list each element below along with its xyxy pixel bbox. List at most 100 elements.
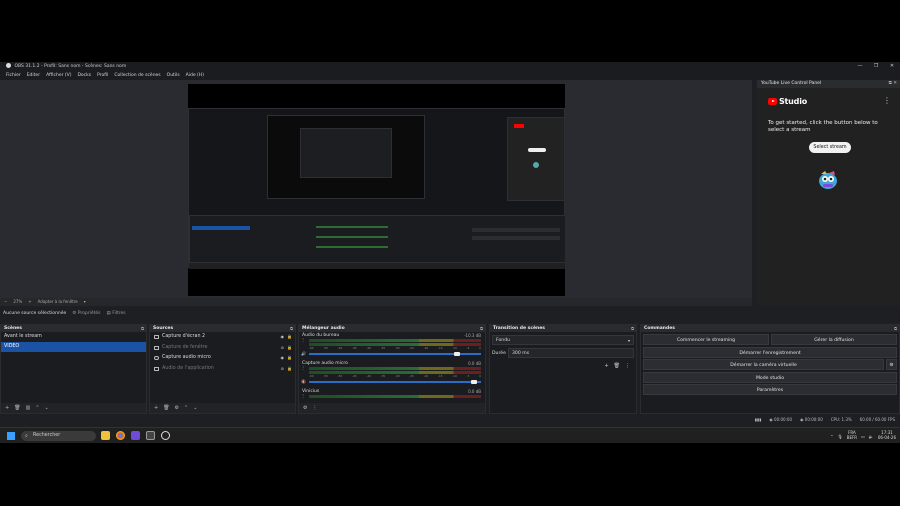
- menu-aide[interactable]: Aide (H): [183, 71, 207, 80]
- source-item[interactable]: Audio de l'application ⊘ 🔒: [150, 364, 295, 375]
- menu-profil[interactable]: Profil: [94, 71, 111, 80]
- title-bar: OBS 31.1.2 - Profil: Sans nom - Scènes: …: [0, 62, 900, 71]
- source-settings-button[interactable]: ⚙: [175, 405, 179, 411]
- zoom-mode-select[interactable]: Adapter à la fenêtre: [38, 298, 78, 306]
- remove-source-button[interactable]: 🗑: [163, 405, 169, 411]
- channel-menu-icon[interactable]: ⋮: [301, 393, 305, 398]
- dock-undock-icon[interactable]: ⧉: [894, 325, 897, 332]
- transition-menu-icon[interactable]: ⋮: [625, 363, 630, 369]
- channel-db: 0.0 dB: [468, 389, 481, 394]
- sources-dock: Sources ⧉ Capture d'écran 2 ◉ 🔒 Capture de …: [149, 324, 296, 414]
- remove-transition-button[interactable]: 🗑: [614, 363, 620, 369]
- minimize-button[interactable]: —: [852, 62, 868, 71]
- mixer-channel-mic: Capture audio micro 0.0 dB -60 -55 -50 -45-…: [299, 360, 485, 388]
- chevron-up-icon[interactable]: ⌃: [830, 434, 833, 439]
- chrome-icon[interactable]: [116, 431, 125, 440]
- source-item[interactable]: Capture de fenêtre ⊘ 🔒: [150, 343, 295, 354]
- virtual-camera-settings-gear-icon[interactable]: ⚙: [886, 359, 897, 370]
- source-item[interactable]: Capture audio micro ◉ 🔒: [150, 353, 295, 364]
- muted-speaker-icon[interactable]: 🔇: [301, 379, 306, 384]
- add-transition-button[interactable]: +: [604, 363, 608, 369]
- visibility-eye-icon[interactable]: ⊘: [281, 364, 284, 375]
- channel-db: -10.3 dB: [464, 333, 481, 338]
- start-streaming-button[interactable]: Commencer le streaming: [643, 334, 769, 345]
- yt-panel-controls[interactable]: ⧉ ✕: [889, 80, 897, 88]
- studio-mode-button[interactable]: Mode studio: [643, 371, 897, 383]
- duration-row: Durée 300 ms: [492, 348, 634, 358]
- volume-icon[interactable]: 🔈: [869, 434, 874, 439]
- mixer-channel-desktop: Audio du bureau -10.3 dB -60 -55 -50 -45 -40…: [299, 332, 485, 360]
- microphone-icon[interactable]: 🎙: [838, 434, 843, 439]
- language-indicator[interactable]: FRA BEFR: [847, 431, 857, 440]
- volume-slider[interactable]: [309, 381, 481, 383]
- visibility-eye-icon[interactable]: ◉: [281, 332, 285, 343]
- visibility-eye-icon[interactable]: ⊘: [281, 343, 284, 354]
- lock-icon[interactable]: 🔒: [287, 364, 292, 375]
- mixer-menu-icon[interactable]: ⋮: [312, 405, 317, 411]
- kebab-menu-icon[interactable]: ⋮: [883, 96, 891, 105]
- menu-fichier[interactable]: Fichier: [3, 71, 24, 80]
- start-virtual-camera-button[interactable]: Démarrer la caméra virtuelle: [643, 359, 884, 370]
- channel-menu-icon[interactable]: ⋮: [301, 337, 305, 342]
- add-scene-button[interactable]: +: [5, 405, 9, 411]
- move-up-button[interactable]: ⌃: [184, 405, 188, 411]
- lock-icon[interactable]: 🔒: [287, 332, 292, 343]
- menu-collection-scenes[interactable]: Collection de scènes: [111, 71, 163, 80]
- obs-taskbar-icon[interactable]: [161, 431, 170, 440]
- dock-undock-icon[interactable]: ⧉: [631, 325, 634, 332]
- visibility-eye-icon[interactable]: ◉: [281, 353, 285, 364]
- speaker-icon[interactable]: 🔊: [301, 351, 306, 356]
- file-explorer-icon[interactable]: [101, 431, 110, 440]
- scene-item-video[interactable]: VIDEO: [1, 342, 146, 352]
- duration-input[interactable]: 300 ms: [508, 348, 634, 358]
- zoom-bar: − 27% + Adapter à la fenêtre ▾: [0, 298, 752, 306]
- preview-area[interactable]: [0, 80, 752, 298]
- app-icon[interactable]: [146, 431, 155, 440]
- messenger-icon[interactable]: [131, 431, 140, 440]
- dock-undock-icon[interactable]: ⧉: [480, 325, 483, 332]
- windows-start-icon[interactable]: [7, 432, 15, 440]
- scenes-toolbar: + 🗑 ▥ ⌃ ⌄: [1, 403, 146, 413]
- lock-icon[interactable]: 🔒: [287, 353, 292, 364]
- volume-slider-handle[interactable]: [454, 352, 461, 356]
- menu-outils[interactable]: Outils: [164, 71, 183, 80]
- move-down-button[interactable]: ⌄: [193, 405, 197, 411]
- source-item[interactable]: Capture d'écran 2 ◉ 🔒: [150, 332, 295, 343]
- manage-broadcast-button[interactable]: Gérer la diffusion: [771, 334, 897, 345]
- menu-afficher[interactable]: Afficher (V): [43, 71, 74, 80]
- filters-button[interactable]: ▤ Filtres: [107, 309, 126, 319]
- add-source-button[interactable]: +: [154, 405, 158, 411]
- remove-scene-button[interactable]: 🗑: [14, 405, 20, 411]
- lock-icon[interactable]: 🔒: [287, 343, 292, 354]
- start-recording-button[interactable]: Démarrer l'enregistrement: [643, 346, 897, 358]
- transition-type-select[interactable]: Fondu ▾: [492, 335, 634, 345]
- select-stream-button[interactable]: Select stream: [809, 142, 851, 153]
- channel-menu-icon[interactable]: ⋮: [301, 365, 305, 370]
- dock-undock-icon[interactable]: ⧉: [141, 325, 144, 332]
- volume-slider-handle[interactable]: [471, 380, 477, 384]
- properties-button[interactable]: ⚙ Propriétés: [72, 309, 100, 319]
- network-icon[interactable]: ▭: [861, 434, 865, 439]
- transitions-header: Transition de scènes ⧉: [490, 325, 636, 332]
- scene-filters-button[interactable]: ▥: [26, 405, 31, 411]
- move-down-button[interactable]: ⌄: [45, 405, 49, 411]
- windows-taskbar: ⌕ Rechercher ⌃ 🎙 FRA BEFR ▭ 🔈 17:31 06-04-…: [0, 427, 900, 443]
- chevron-down-icon[interactable]: ▾: [84, 298, 86, 306]
- zoom-out-button[interactable]: −: [4, 298, 7, 306]
- move-up-button[interactable]: ⌃: [35, 405, 39, 411]
- menu-editer[interactable]: Editer: [24, 71, 43, 80]
- dock-undock-icon[interactable]: ⧉: [290, 325, 293, 332]
- taskbar-search[interactable]: ⌕ Rechercher: [21, 431, 96, 441]
- audio-mixer-dock: Mélangeur audio ⧉ Audio du bureau -10.3 d…: [298, 324, 486, 414]
- menu-docks[interactable]: Docks: [74, 71, 94, 80]
- level-meter: [309, 339, 481, 342]
- advanced-audio-icon[interactable]: ⚙: [303, 405, 307, 411]
- transitions-dock: Transition de scènes ⧉ Fondu ▾ Durée 300 m…: [489, 324, 637, 414]
- scene-item-avant-stream[interactable]: Avant le stream: [1, 332, 146, 342]
- close-button[interactable]: ✕: [884, 62, 900, 71]
- maximize-button[interactable]: ❐: [868, 62, 884, 71]
- settings-button[interactable]: Paramètres: [643, 384, 897, 395]
- clock[interactable]: 17:31 06-04-26: [878, 431, 896, 440]
- program-preview[interactable]: [188, 84, 565, 296]
- zoom-in-button[interactable]: +: [28, 298, 31, 306]
